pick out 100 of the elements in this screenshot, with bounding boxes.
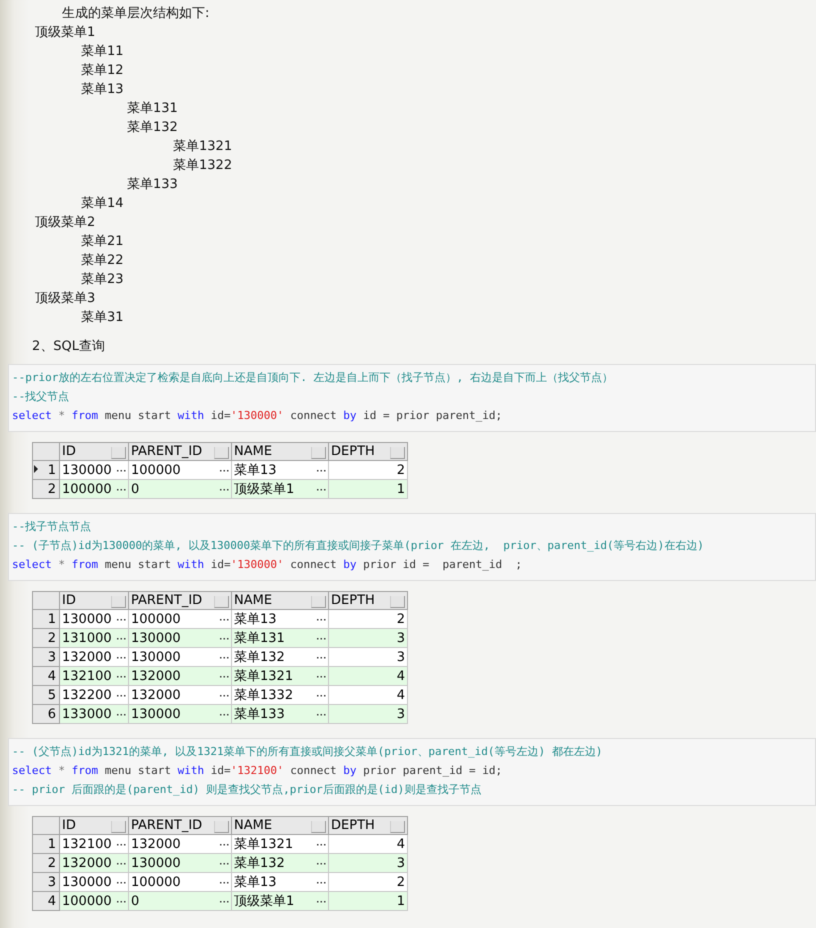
column-header[interactable]: DEPTH [328, 592, 408, 610]
row-number: 6 [32, 704, 60, 724]
column-header[interactable]: ID [60, 816, 128, 834]
table-cell: 131000 [60, 628, 128, 648]
table-cell: 133000 [60, 704, 128, 724]
code-token: connect [289, 764, 338, 777]
code-token: select [12, 764, 52, 777]
ellipsis-icon[interactable] [117, 862, 126, 864]
ellipsis-icon[interactable] [317, 862, 326, 864]
ellipsis-icon[interactable] [220, 674, 229, 678]
menu-tree-item: 菜单21 [80, 233, 125, 251]
ellipsis-icon[interactable] [220, 712, 229, 716]
table-cell: 130000 [60, 872, 128, 892]
table-cell: 4 [328, 666, 408, 686]
ellipsis-icon[interactable] [317, 694, 326, 696]
ellipsis-icon[interactable] [117, 618, 126, 620]
menu-tree-item: 顶级菜单2 [34, 214, 96, 232]
code-comment: --prior放的左右位置决定了检索是自底向上还是自顶向下. 左边是自上而下（找子节点）, 右边是自下而上（找父节点） [12, 371, 613, 384]
table-cell: 100000 [128, 872, 232, 892]
ellipsis-icon[interactable] [317, 618, 326, 620]
code-token: '132100' [230, 764, 284, 777]
ellipsis-icon[interactable] [220, 618, 229, 620]
ellipsis-icon[interactable] [317, 636, 326, 640]
column-header[interactable]: ID [60, 592, 128, 610]
table-cell: 130000 [128, 628, 232, 648]
ellipsis-icon[interactable] [117, 694, 126, 696]
grid-corner [32, 592, 60, 610]
column-header[interactable]: PARENT_ID [128, 442, 232, 460]
table-cell: 3 [328, 628, 408, 648]
ellipsis-icon[interactable] [220, 636, 229, 640]
code-token: by [343, 764, 356, 777]
row-number: 2 [32, 480, 60, 498]
code-token: from [72, 764, 98, 777]
ellipsis-icon[interactable] [117, 656, 126, 658]
code-comment: -- (父节点)id为1321的菜单, 以及1321菜单下的所有直接或间接父菜单(prior、parent_id(等号左边) 都在左边) [12, 745, 602, 758]
menu-tree-item: 菜单1321 [172, 138, 234, 156]
ellipsis-icon[interactable] [117, 842, 126, 846]
code-token: menu start [104, 409, 172, 422]
code-token: connect [289, 409, 338, 422]
table-cell: 2 [328, 610, 408, 628]
column-header[interactable]: NAME [232, 592, 328, 610]
table-cell: 0 [128, 480, 232, 498]
code-token: * [57, 409, 66, 422]
table-cell: 4 [328, 686, 408, 704]
table-cell: 100000 [128, 460, 232, 480]
column-header[interactable]: NAME [232, 816, 328, 834]
table-cell: 1 [328, 892, 408, 910]
ellipsis-icon[interactable] [117, 712, 126, 716]
column-header[interactable]: DEPTH [328, 442, 408, 460]
table-cell: 132100 [60, 834, 128, 854]
ellipsis-icon[interactable] [317, 674, 326, 678]
column-header[interactable]: PARENT_ID [128, 816, 232, 834]
ellipsis-icon[interactable] [117, 880, 126, 884]
section-heading: 2、SQL查询 [31, 338, 106, 356]
ellipsis-icon[interactable] [317, 842, 326, 846]
ellipsis-icon[interactable] [220, 468, 229, 472]
table-cell: 132000 [128, 834, 232, 854]
ellipsis-icon[interactable] [317, 712, 326, 716]
ellipsis-icon[interactable] [317, 656, 326, 658]
code-token: select [12, 558, 52, 571]
column-header[interactable]: PARENT_ID [128, 592, 232, 610]
ellipsis-icon[interactable] [220, 862, 229, 864]
ellipsis-icon[interactable] [317, 488, 326, 490]
ellipsis-icon[interactable] [220, 694, 229, 696]
ellipsis-icon[interactable] [117, 468, 126, 472]
ellipsis-icon[interactable] [220, 656, 229, 658]
column-header[interactable]: NAME [232, 442, 328, 460]
ellipsis-icon[interactable] [220, 842, 229, 846]
menu-tree-item: 菜单132 [126, 119, 179, 137]
code-token: id= [210, 409, 231, 422]
table-cell: 菜单1332 [232, 686, 328, 704]
ellipsis-icon[interactable] [220, 880, 229, 884]
ellipsis-icon[interactable] [117, 636, 126, 640]
table-cell: 100000 [60, 892, 128, 910]
table-cell: 菜单1321 [232, 666, 328, 686]
grid-corner [32, 816, 60, 834]
table-cell: 菜单132 [232, 854, 328, 872]
ellipsis-icon[interactable] [317, 880, 326, 884]
code-token: with [178, 558, 204, 571]
ellipsis-icon[interactable] [117, 674, 126, 678]
code-comment: --找子节点节点 [12, 520, 92, 533]
menu-tree-item: 菜单31 [80, 309, 125, 327]
column-header[interactable]: ID [60, 442, 128, 460]
table-cell: 菜单131 [232, 628, 328, 648]
row-number: 2 [32, 628, 60, 648]
column-header[interactable]: DEPTH [328, 816, 408, 834]
ellipsis-icon[interactable] [117, 488, 126, 490]
ellipsis-icon[interactable] [220, 900, 229, 902]
table-cell: 130000 [60, 610, 128, 628]
table-cell: 132100 [60, 666, 128, 686]
code-token: prior parent_id = id; [362, 764, 502, 777]
ellipsis-icon[interactable] [117, 900, 126, 902]
ellipsis-icon[interactable] [317, 468, 326, 472]
table-cell: 3 [328, 648, 408, 666]
ellipsis-icon[interactable] [317, 900, 326, 902]
code-token: menu start [104, 558, 172, 571]
table-cell: 菜单132 [232, 648, 328, 666]
table-cell: 132000 [128, 686, 232, 704]
menu-tree-item: 顶级菜单1 [34, 24, 96, 42]
ellipsis-icon[interactable] [220, 488, 229, 490]
